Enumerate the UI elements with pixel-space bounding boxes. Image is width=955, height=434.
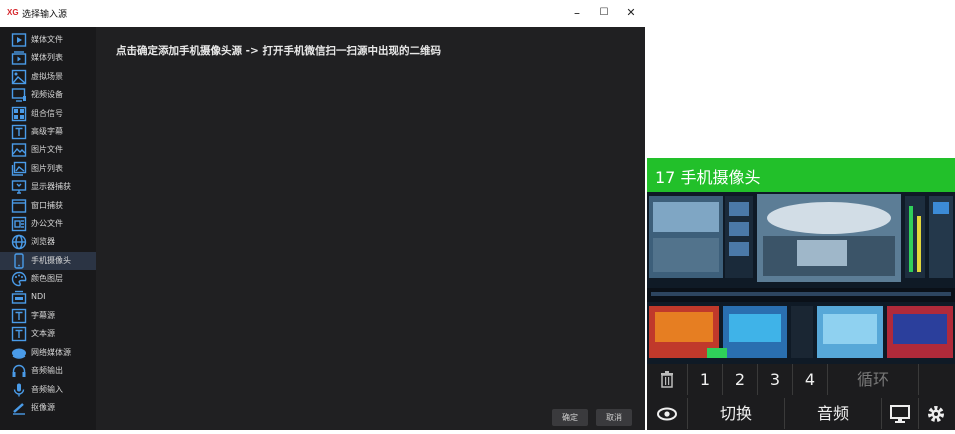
- sidebar-item-label: 显示器捕获: [31, 182, 71, 192]
- source-panel: 点击确定添加手机摄像头源 -> 打开手机微信扫一扫源中出现的二维码 确定 取消: [96, 27, 645, 430]
- sidebar-item-14[interactable]: 颜色图层: [0, 270, 96, 288]
- channel-3-button[interactable]: 3: [758, 364, 793, 395]
- sidebar-item-label: 图片列表: [31, 163, 63, 173]
- sidebar-item-16[interactable]: 字幕源: [0, 307, 96, 325]
- sidebar-item-label: 文本源: [31, 329, 55, 339]
- sidebar-item-label: 颜色图层: [31, 274, 63, 284]
- close-button[interactable]: ✕: [621, 4, 641, 22]
- sidebar-item-6[interactable]: 高级字幕: [0, 123, 96, 141]
- sidebar-item-label: 视频设备: [31, 90, 63, 100]
- play-icon: [11, 32, 27, 48]
- sidebar-item-label: NDI: [31, 291, 46, 301]
- headphones-icon: [11, 363, 27, 379]
- sidebar-item-label: 浏览器: [31, 237, 55, 247]
- ok-button[interactable]: 确定: [552, 409, 588, 426]
- globe-icon: [11, 234, 27, 250]
- office-icon: [11, 216, 27, 232]
- sidebar-item-label: 高级字幕: [31, 127, 63, 136]
- network-icon: [11, 345, 27, 361]
- maximize-button[interactable]: ☐: [594, 4, 614, 22]
- sidebar-item-label: 组合信号: [31, 108, 63, 118]
- source-type-list: 媒体文件媒体列表虚拟场景视频设备组合信号高级字幕图片文件图片列表显示器捕获窗口捕…: [0, 27, 96, 430]
- sidebar-item-label: 虚拟场景: [31, 71, 63, 81]
- sidebar-item-5[interactable]: 组合信号: [0, 105, 96, 123]
- sidebar-item-21[interactable]: 抠像源: [0, 399, 96, 417]
- microphone-icon: [11, 382, 27, 398]
- sidebar-item-17[interactable]: 文本源: [0, 325, 96, 343]
- monitor-icon[interactable]: [882, 398, 919, 429]
- media-list-icon: [11, 50, 27, 66]
- sidebar-item-4[interactable]: 视频设备: [0, 86, 96, 104]
- virtual-scene-icon: [11, 69, 27, 85]
- sidebar-item-2[interactable]: 媒体列表: [0, 49, 96, 67]
- ndi-icon: [11, 290, 27, 306]
- text-t-icon: [11, 326, 27, 342]
- channel-4-button[interactable]: 4: [793, 364, 828, 395]
- title-bar: XG 选择输入源 – ☐ ✕: [0, 0, 645, 27]
- sidebar-item-19[interactable]: 音频输出: [0, 362, 96, 380]
- sidebar-item-label: 媒体列表: [31, 53, 63, 63]
- channel-1-button[interactable]: 1: [688, 364, 723, 395]
- sidebar-item-label: 音频输入: [31, 384, 63, 394]
- cancel-button[interactable]: 取消: [596, 409, 632, 426]
- audio-button[interactable]: 音频: [785, 398, 882, 429]
- window-title: 选择输入源: [22, 10, 68, 20]
- sidebar-item-label: 手机摄像头: [31, 255, 71, 265]
- minimize-button[interactable]: –: [567, 4, 587, 22]
- app-logo: XG: [7, 8, 19, 17]
- sidebar-item-18[interactable]: 网络媒体源: [0, 344, 96, 362]
- eye-icon[interactable]: [647, 398, 688, 429]
- preview-controls: 1 2 3 4 循环 切换 音频: [647, 364, 955, 430]
- sidebar-item-11[interactable]: 办公文件: [0, 215, 96, 233]
- sidebar-item-label: 媒体文件: [31, 35, 63, 44]
- sidebar-item-label: 办公文件: [31, 219, 63, 228]
- monitor-icon: [11, 179, 27, 195]
- trash-icon[interactable]: [647, 364, 688, 395]
- sidebar-item-label: 窗口捕获: [31, 200, 63, 210]
- sidebar-item-10[interactable]: 窗口捕获: [0, 197, 96, 215]
- sidebar-item-3[interactable]: 虚拟场景: [0, 68, 96, 86]
- sidebar-item-9[interactable]: 显示器捕获: [0, 178, 96, 196]
- loop-button[interactable]: 循环: [828, 364, 919, 395]
- sidebar-item-8[interactable]: 图片列表: [0, 160, 96, 178]
- switch-button[interactable]: 切换: [688, 398, 785, 429]
- sidebar-item-15[interactable]: NDI: [0, 289, 96, 307]
- channel-2-button[interactable]: 2: [723, 364, 758, 395]
- instruction-text: 点击确定添加手机摄像头源 -> 打开手机微信扫一扫源中出现的二维码: [116, 45, 441, 57]
- image-list-icon: [11, 161, 27, 177]
- phone-camera-preview: 17 手机摄像头 1 2 3 4 循环 切换 音频: [647, 158, 955, 430]
- select-input-source-dialog: XG 选择输入源 – ☐ ✕ 媒体文件媒体列表虚拟场景视频设备组合信号高级字幕图…: [0, 0, 645, 430]
- sidebar-item-1[interactable]: 媒体文件: [0, 31, 96, 49]
- sidebar-item-13[interactable]: 手机摄像头: [0, 251, 96, 270]
- sidebar-item-20[interactable]: 音频输入: [0, 381, 96, 399]
- camera-feed-image: [647, 192, 955, 364]
- grid-icon: [11, 106, 27, 122]
- text-t-icon: [11, 124, 27, 140]
- preview-title: 17 手机摄像头: [655, 168, 761, 187]
- gear-icon[interactable]: [919, 398, 953, 429]
- window-icon: [11, 198, 27, 214]
- sidebar-item-12[interactable]: 浏览器: [0, 233, 96, 251]
- sidebar-item-label: 图片文件: [31, 145, 63, 155]
- image-icon: [11, 142, 27, 158]
- sidebar-item-7[interactable]: 图片文件: [0, 141, 96, 159]
- sidebar-item-label: 字幕源: [31, 311, 55, 320]
- sidebar-item-label: 音频输出: [31, 366, 63, 376]
- sidebar-item-label: 网络媒体源: [31, 347, 71, 357]
- preview-header: 17 手机摄像头: [647, 158, 955, 192]
- sidebar-item-label: 抠像源: [31, 403, 55, 412]
- phone-icon: [11, 253, 27, 269]
- text-t-icon: [11, 308, 27, 324]
- palette-icon: [11, 271, 27, 287]
- video-device-icon: [11, 87, 27, 103]
- keying-icon: [11, 400, 27, 416]
